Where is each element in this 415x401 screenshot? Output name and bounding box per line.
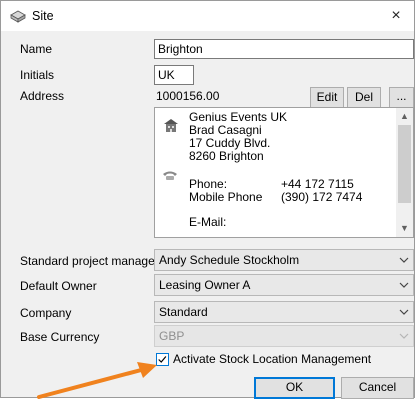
- scroll-down-icon[interactable]: ▼: [396, 220, 413, 237]
- address-edit-button[interactable]: Edit: [310, 87, 344, 109]
- scroll-up-icon[interactable]: ▲: [396, 108, 413, 125]
- base-currency-select: GBP: [154, 325, 414, 347]
- telephone-icon: [163, 171, 177, 180]
- initials-field[interactable]: UK: [154, 65, 194, 85]
- dialog-body: Name Brighton Initials UK Address 100015…: [1, 31, 414, 399]
- address-label: Address: [20, 89, 65, 103]
- project-manager-value: Andy Schedule Stockholm: [159, 253, 300, 267]
- email-label: E-Mail:: [189, 215, 227, 229]
- scrollbar-thumb[interactable]: [398, 125, 411, 203]
- stock-location-checkbox-label[interactable]: Activate Stock Location Management: [173, 352, 371, 366]
- address-line: Brad Casagni: [189, 123, 262, 137]
- chevron-down-icon: [399, 333, 409, 339]
- address-line: 17 Cuddy Blvd.: [189, 136, 271, 150]
- mobile-value: (390) 172 7474: [281, 190, 363, 204]
- window-title: Site: [32, 9, 54, 23]
- address-card[interactable]: Genius Events UK Brad Casagni 17 Cuddy B…: [154, 107, 414, 238]
- cancel-button[interactable]: Cancel: [341, 377, 414, 399]
- phone-value: +44 172 7115: [281, 177, 354, 191]
- address-line: 8260 Brighton: [189, 149, 264, 163]
- site-building-icon: [10, 10, 26, 23]
- close-button[interactable]: ×: [384, 5, 408, 27]
- chevron-down-icon: [399, 257, 409, 263]
- project-manager-label: Standard project manager: [20, 254, 159, 268]
- phone-label: Phone:: [189, 177, 228, 191]
- base-currency-value: GBP: [159, 329, 185, 343]
- annotation-arrow-icon: [37, 362, 157, 399]
- default-owner-select[interactable]: Leasing Owner A: [154, 274, 414, 296]
- name-field[interactable]: Brighton: [154, 39, 414, 59]
- initials-label: Initials: [20, 68, 55, 82]
- building-icon: [164, 119, 178, 132]
- chevron-down-icon: [399, 309, 409, 315]
- name-label: Name: [20, 42, 53, 56]
- company-select[interactable]: Standard: [154, 301, 414, 323]
- address-scrollbar[interactable]: ▲ ▼: [396, 108, 413, 237]
- default-owner-value: Leasing Owner A: [159, 278, 251, 292]
- default-owner-label: Default Owner: [20, 279, 97, 293]
- address-line: Genius Events UK: [189, 110, 288, 124]
- ok-button[interactable]: OK: [254, 377, 335, 399]
- address-code: 1000156.00: [156, 89, 220, 103]
- title-bar: Site ×: [1, 1, 414, 31]
- site-dialog: Site × Name Brighton Initials UK Address…: [0, 0, 415, 399]
- address-delete-button[interactable]: Del: [347, 87, 381, 109]
- mobile-label: Mobile Phone: [189, 190, 263, 204]
- address-more-button[interactable]: ...: [389, 87, 414, 109]
- company-value: Standard: [159, 305, 208, 319]
- close-icon: ×: [391, 7, 401, 24]
- base-currency-label: Base Currency: [20, 330, 100, 344]
- company-label: Company: [20, 306, 72, 320]
- project-manager-select[interactable]: Andy Schedule Stockholm: [154, 249, 414, 271]
- chevron-down-icon: [399, 282, 409, 288]
